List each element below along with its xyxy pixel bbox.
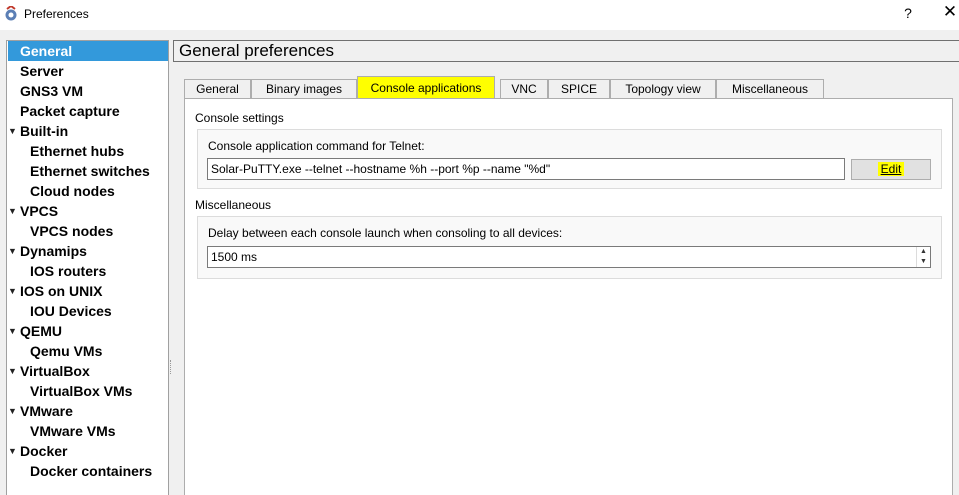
tab-spice[interactable]: SPICE [548, 79, 610, 99]
edit-button[interactable]: Edit [851, 159, 931, 180]
console-applications-pane: Console settings Console application com… [184, 98, 953, 495]
console-settings-group: Console application command for Telnet: … [197, 129, 942, 189]
tree-item-packet-capture[interactable]: Packet capture [20, 101, 120, 121]
help-button[interactable]: ? [898, 5, 918, 21]
tree-item-ethernet-hubs[interactable]: Ethernet hubs [30, 141, 124, 161]
tree-item-vmware-vms[interactable]: VMware VMs [30, 421, 116, 441]
tree-item-cloud-nodes[interactable]: Cloud nodes [30, 181, 115, 201]
tab-console-applications[interactable]: Console applications [357, 76, 495, 99]
tree-item-docker[interactable]: Docker [20, 441, 67, 461]
telnet-command-input[interactable]: Solar-PuTTY.exe --telnet --hostname %h -… [207, 158, 845, 180]
tree-item-dynamips[interactable]: Dynamips [20, 241, 87, 261]
tab-binary-images[interactable]: Binary images [251, 79, 357, 99]
expand-arrow-icon[interactable]: ▼ [8, 121, 18, 141]
tree-item-ios-routers[interactable]: IOS routers [30, 261, 106, 281]
expand-arrow-icon[interactable]: ▼ [8, 201, 18, 221]
tree-item-vmware[interactable]: VMware [20, 401, 73, 421]
telnet-command-label: Console application command for Telnet: [208, 139, 425, 153]
tree-item-gns3-vm[interactable]: GNS3 VM [20, 81, 83, 101]
tab-miscellaneous[interactable]: Miscellaneous [716, 79, 824, 99]
miscellaneous-group: Delay between each console launch when c… [197, 216, 942, 279]
tree-item-ios-on-unix[interactable]: IOS on UNIX [20, 281, 102, 301]
tab-general[interactable]: General [184, 79, 251, 99]
close-button[interactable]: ✕ [940, 2, 959, 22]
delay-label: Delay between each console launch when c… [208, 226, 563, 240]
tree-item-vpcs-nodes[interactable]: VPCS nodes [30, 221, 113, 241]
expand-arrow-icon[interactable]: ▼ [8, 401, 18, 421]
expand-arrow-icon[interactable]: ▼ [8, 281, 18, 301]
tree-item-virtualbox-vms[interactable]: VirtualBox VMs [30, 381, 132, 401]
tree-item-virtualbox[interactable]: VirtualBox [20, 361, 90, 381]
edit-button-label: Edit [877, 162, 905, 176]
delay-spinbox[interactable]: 1500 ms ▲ ▼ [207, 246, 931, 268]
tree-item-ethernet-switches[interactable]: Ethernet switches [30, 161, 150, 181]
tree-item-built-in[interactable]: Built-in [20, 121, 68, 141]
tree-item-server[interactable]: Server [20, 61, 64, 81]
tab-topology-view[interactable]: Topology view [610, 79, 716, 99]
tree-item-general[interactable]: General [8, 41, 168, 61]
window-title: Preferences [24, 7, 89, 21]
expand-arrow-icon[interactable]: ▼ [8, 361, 18, 381]
expand-arrow-icon[interactable]: ▼ [8, 441, 18, 461]
tree-item-docker-containers[interactable]: Docker containers [30, 461, 152, 481]
tab-vnc[interactable]: VNC [500, 79, 548, 99]
preferences-tree: General Server GNS3 VM Packet capture ▼ Built… [6, 40, 169, 495]
tree-item-vpcs[interactable]: VPCS [20, 201, 58, 221]
miscellaneous-title: Miscellaneous [195, 198, 272, 212]
gns3-app-icon [5, 6, 17, 21]
tree-item-iou-devices[interactable]: IOU Devices [30, 301, 112, 321]
tree-item-qemu[interactable]: QEMU [20, 321, 62, 341]
page-header: General preferences [173, 40, 959, 62]
page-title: General preferences [179, 41, 334, 60]
delay-value: 1500 ms [211, 250, 258, 264]
title-bar: Preferences ? ✕ [0, 0, 959, 30]
expand-arrow-icon[interactable]: ▼ [8, 321, 18, 341]
console-settings-title: Console settings [195, 111, 284, 125]
splitter-handle[interactable] [170, 360, 172, 374]
expand-arrow-icon[interactable]: ▼ [8, 241, 18, 261]
spin-up-icon[interactable]: ▲ [917, 247, 930, 257]
spin-buttons: ▲ ▼ [916, 247, 930, 267]
spin-down-icon[interactable]: ▼ [917, 257, 930, 267]
tree-item-qemu-vms[interactable]: Qemu VMs [30, 341, 102, 361]
